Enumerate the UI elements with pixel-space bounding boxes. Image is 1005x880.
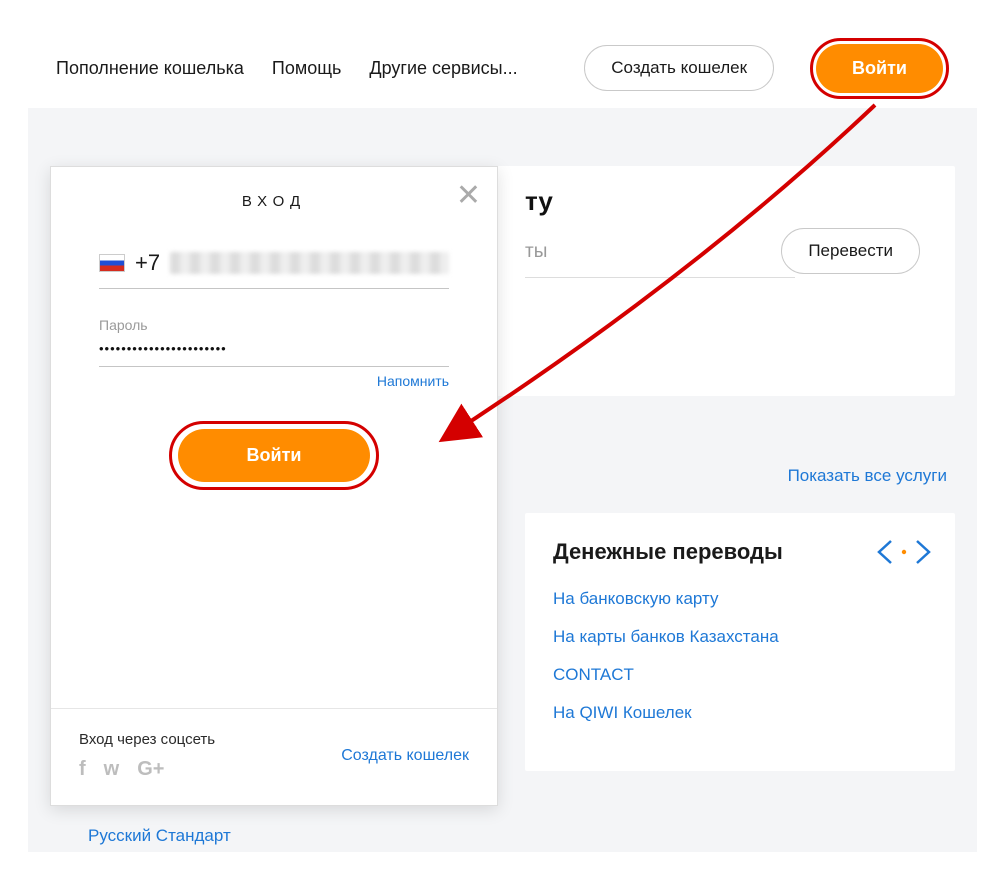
create-wallet-button[interactable]: Создать кошелек xyxy=(584,45,774,91)
nav-help[interactable]: Помощь xyxy=(272,58,342,79)
money-transfers-card: Денежные переводы На банковскую карту На… xyxy=(525,513,955,771)
transfer-link-contact[interactable]: CONTACT xyxy=(553,665,927,685)
transfer-arrows-icon xyxy=(877,537,931,567)
hero-input-fragment[interactable]: ты xyxy=(525,241,795,278)
google-plus-icon[interactable]: G+ xyxy=(137,758,164,781)
phone-prefix: +7 xyxy=(135,250,160,276)
login-button[interactable]: Войти xyxy=(816,44,943,93)
russian-standard-link[interactable]: Русский Стандарт xyxy=(88,826,231,846)
nav-other-services[interactable]: Другие сервисы... xyxy=(369,58,517,79)
flag-ru-icon xyxy=(99,254,125,272)
create-wallet-link[interactable]: Создать кошелек xyxy=(341,747,469,765)
vk-icon[interactable]: w xyxy=(104,758,120,781)
phone-number-blurred xyxy=(170,252,449,274)
transfer-link-qiwi[interactable]: На QIWI Кошелек xyxy=(553,703,927,723)
remind-password-link[interactable]: Напомнить xyxy=(377,373,449,389)
transfer-link-card[interactable]: На банковскую карту xyxy=(553,589,927,609)
close-icon[interactable]: ✕ xyxy=(456,181,481,211)
login-modal: ✕ ВХОД +7 Пароль •••••••••••••••••••••••… xyxy=(50,166,498,806)
page-content: ту ты Перевести Показать все услуги Дене… xyxy=(28,108,977,852)
password-field[interactable]: ••••••••••••••••••••••• xyxy=(99,333,449,367)
money-transfers-title: Денежные переводы xyxy=(553,539,927,565)
login-form: +7 Пароль ••••••••••••••••••••••• Напомн… xyxy=(51,210,497,490)
phone-field[interactable]: +7 xyxy=(99,250,449,289)
transfer-button[interactable]: Перевести xyxy=(781,228,920,274)
social-login-block: Вход через соцсеть f w G+ xyxy=(79,731,215,781)
show-all-services-link[interactable]: Показать все услуги xyxy=(788,466,947,486)
social-login-title: Вход через соцсеть xyxy=(79,731,215,748)
top-header: Пополнение кошелька Помощь Другие сервис… xyxy=(28,28,977,108)
hero-title-fragment: ту xyxy=(525,186,553,217)
password-label: Пароль xyxy=(99,317,449,333)
modal-footer: Вход через соцсеть f w G+ Создать кошеле… xyxy=(51,708,497,805)
login-button-highlight: Войти xyxy=(810,38,949,99)
modal-title: ВХОД xyxy=(51,193,497,210)
transfer-link-kazakhstan[interactable]: На карты банков Казахстана xyxy=(553,627,927,647)
submit-button-highlight: Войти xyxy=(169,421,379,490)
facebook-icon[interactable]: f xyxy=(79,758,86,781)
login-submit-button[interactable]: Войти xyxy=(178,429,370,482)
nav-wallet-topup[interactable]: Пополнение кошелька xyxy=(56,58,244,79)
